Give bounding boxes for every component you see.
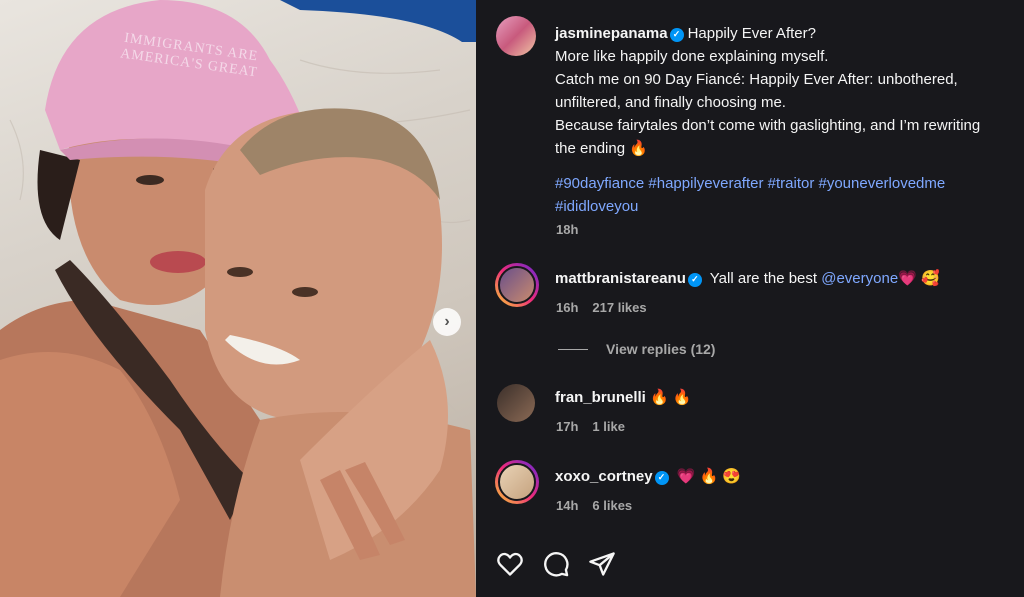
commenter-avatar[interactable]: [497, 384, 535, 422]
commenter-avatar[interactable]: [495, 460, 539, 504]
comment-likes[interactable]: 1 like: [592, 419, 625, 434]
comment-time: 14h: [556, 498, 579, 513]
comment-emoji: 🔥 🔥: [650, 389, 692, 406]
post-caption: jasminepanama ✓ Happily Ever After? More l…: [555, 22, 1024, 160]
comment-1: mattbranistareanu ✓ Yall are the best @ev…: [555, 269, 940, 287]
caption-line-3: Catch me on 90 Day Fiancé: Happily Ever …: [555, 71, 958, 88]
comment-username[interactable]: mattbranistareanu: [555, 270, 686, 287]
view-replies-label: View replies (12): [606, 341, 716, 357]
author-avatar[interactable]: [496, 16, 536, 56]
next-photo-button[interactable]: ›: [433, 308, 461, 336]
caption-line-6: the ending 🔥: [555, 140, 648, 157]
heart-icon[interactable]: [496, 550, 524, 578]
commenter-avatar[interactable]: [495, 263, 539, 307]
caption-line-4: unfiltered, and finally choosing me.: [555, 94, 786, 111]
comment-2: fran_brunelli 🔥 🔥: [555, 388, 692, 406]
post-timestamp: 18h: [556, 222, 579, 237]
share-icon[interactable]: [588, 550, 616, 578]
photo-illustration: [0, 0, 476, 597]
comment-meta: 14h 6 likes: [556, 498, 646, 513]
verified-icon: ✓: [687, 272, 702, 287]
chevron-right-icon: ›: [444, 313, 450, 330]
comment-time: 16h: [556, 300, 579, 315]
comment-emoji: 💗 🔥 😍: [676, 468, 742, 485]
comment-likes[interactable]: 6 likes: [592, 498, 632, 513]
replies-divider: [558, 348, 588, 350]
comment-username[interactable]: fran_brunelli: [555, 389, 646, 406]
comment-time: 17h: [556, 419, 579, 434]
hashtags-line-2[interactable]: #ididloveyou: [555, 195, 1024, 218]
comment-3: xoxo_cortney ✓ 💗 🔥 😍: [555, 467, 741, 485]
comment-meta: 16h 217 likes: [556, 300, 661, 315]
action-bar: [496, 550, 616, 578]
comment-emoji: 💗 🥰: [898, 270, 940, 287]
view-replies-button[interactable]: View replies (12): [558, 341, 715, 357]
caption-line-5: Because fairytales don’t come with gasli…: [555, 117, 981, 134]
verified-icon: ✓: [654, 470, 669, 485]
post-hashtags: #90dayfiance #happilyeverafter #traitor …: [555, 172, 1024, 218]
hashtags-line-1[interactable]: #90dayfiance #happilyeverafter #traitor …: [555, 172, 1024, 195]
caption-line-1: Happily Ever After?: [687, 25, 816, 42]
comment-text: Yall are the best: [709, 270, 822, 287]
comment-icon[interactable]: [542, 550, 570, 578]
verified-icon: ✓: [669, 27, 684, 42]
comment-meta: 17h 1 like: [556, 419, 639, 434]
comment-mention[interactable]: @everyone: [821, 270, 898, 287]
comment-likes[interactable]: 217 likes: [592, 300, 646, 315]
author-username[interactable]: jasminepanama: [555, 25, 668, 42]
caption-line-2: More like happily done explaining myself…: [555, 48, 829, 65]
post-photo: IMMIGRANTS ARE AMERICA'S GREAT ›: [0, 0, 476, 597]
comment-username[interactable]: xoxo_cortney: [555, 468, 653, 485]
